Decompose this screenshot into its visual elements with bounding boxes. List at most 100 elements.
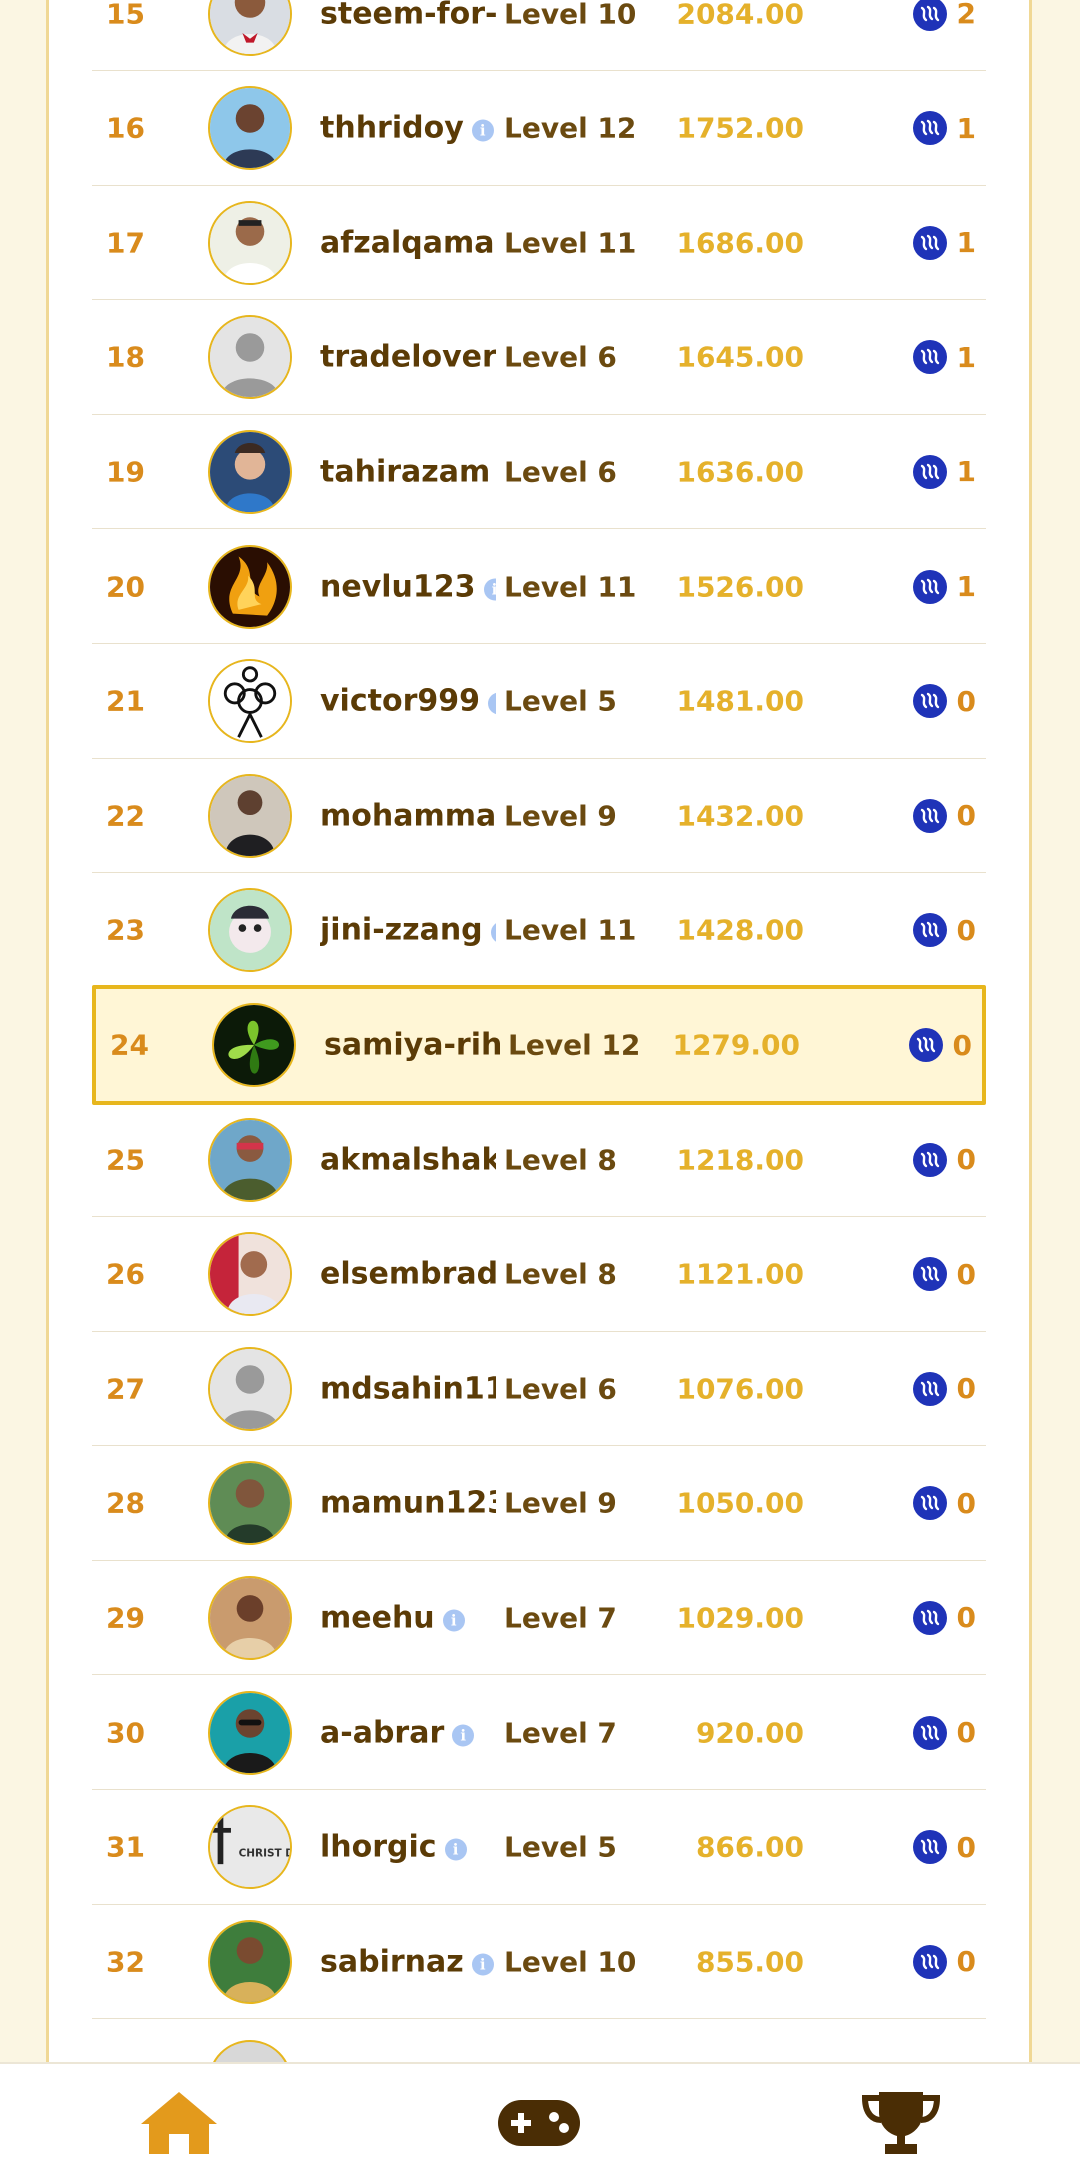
leaderboard-row[interactable]: 30 a-abrar i Level 7 920.00 0 [92, 1676, 986, 1790]
leaderboard-row[interactable]: 18 tradelover Level 6 1645.00 1 [92, 301, 986, 415]
user-score: 1526.00 [676, 570, 804, 603]
user-avatar[interactable] [208, 200, 292, 285]
steem-reward: 0 [912, 798, 976, 833]
home-button[interactable] [124, 2090, 234, 2156]
steem-icon [912, 454, 947, 489]
username-text: sabirnaz [320, 1944, 464, 1980]
username[interactable]: mamun123 [320, 1486, 496, 1521]
steem-icon [912, 340, 947, 375]
reward-amount: 0 [956, 1372, 976, 1406]
username[interactable]: elsembrad [320, 1257, 496, 1292]
username-text: afzalqama [320, 225, 495, 261]
leaderboard-row[interactable]: 25 akmalshak Level 8 1218.00 0 [92, 1103, 986, 1217]
user-avatar[interactable] [208, 1919, 292, 2004]
username[interactable]: sabirnaz i [320, 1944, 496, 1979]
steem-reward: 0 [912, 1944, 976, 1979]
username[interactable]: tahirazam [320, 454, 496, 489]
user-level: Level 7 [504, 1716, 617, 1749]
username-text: victor999 [320, 683, 480, 719]
leaderboard-row[interactable]: 15 steem-for- Level 10 2084.00 2 [92, 0, 986, 71]
username[interactable]: tradelover [320, 340, 496, 375]
leaderboard-button[interactable] [846, 2090, 956, 2156]
user-avatar[interactable] [208, 315, 292, 400]
leaderboard-row[interactable]: 19 tahirazam Level 6 1636.00 1 [92, 415, 986, 530]
user-avatar[interactable] [208, 1690, 292, 1775]
username[interactable]: akmalshak [320, 1142, 496, 1177]
user-avatar[interactable] [208, 544, 292, 629]
info-icon[interactable]: i [444, 1838, 467, 1861]
user-avatar[interactable] [208, 1461, 292, 1546]
steem-reward: 1 [912, 454, 976, 489]
leaderboard-row[interactable]: 23 jini-zzang i Level 11 1428.00 0 [92, 874, 986, 988]
user-avatar[interactable] [208, 429, 292, 514]
user-score: 1636.00 [676, 455, 804, 489]
info-icon[interactable]: i [471, 1953, 494, 1976]
rank-number: 19 [106, 455, 145, 489]
user-avatar[interactable] [208, 1232, 292, 1317]
steem-reward: 0 [912, 1257, 976, 1292]
games-button[interactable] [484, 2090, 594, 2156]
steem-reward: 0 [912, 1371, 976, 1406]
user-avatar[interactable] [208, 659, 292, 744]
leaderboard-row[interactable]: 21 victor999 i Level 5 1481.00 0 [92, 645, 986, 759]
user-level: Level 5 [504, 1830, 617, 1864]
leaderboard-row[interactable]: 28 mamun123 Level 9 1050.00 0 [92, 1447, 986, 1561]
username-text: lhorgic [320, 1829, 437, 1865]
username[interactable]: afzalqama [320, 225, 496, 260]
steem-reward: 1 [912, 340, 976, 375]
user-avatar[interactable] [208, 86, 292, 171]
reward-amount: 0 [956, 799, 976, 833]
username[interactable]: samiya-rih [324, 1028, 500, 1063]
user-avatar[interactable] [212, 1003, 296, 1088]
info-icon[interactable]: i [488, 692, 496, 715]
leaderboard-row[interactable]: 26 elsembrad Level 8 1121.00 0 [92, 1218, 986, 1332]
leaderboard-row[interactable]: 17 afzalqama Level 11 1686.00 1 [92, 186, 986, 301]
user-score: 1076.00 [676, 1372, 804, 1406]
info-icon[interactable]: i [452, 1724, 475, 1746]
user-score: 920.00 [695, 1716, 804, 1749]
rank-number: 15 [106, 0, 145, 30]
user-level: Level 11 [504, 913, 637, 947]
steem-reward: 0 [912, 1142, 976, 1177]
username[interactable]: a-abrar i [320, 1715, 496, 1750]
username[interactable]: lhorgic i [320, 1830, 496, 1865]
steem-reward: 0 [912, 913, 976, 948]
user-avatar[interactable] [208, 0, 292, 56]
user-avatar[interactable] [208, 888, 292, 973]
leaderboard-row[interactable]: 22 mohamma Level 9 1432.00 0 [92, 759, 986, 874]
leaderboard-row[interactable]: 20 nevlu123 i Level 11 1526.00 1 [92, 530, 986, 644]
steem-reward: 1 [912, 569, 976, 604]
user-avatar[interactable] [208, 1346, 292, 1431]
user-avatar[interactable]: CHRIST DIED [208, 1805, 292, 1890]
user-score: 1218.00 [676, 1143, 804, 1176]
leaderboard-row[interactable]: 32 sabirnaz i Level 10 855.00 0 [92, 1905, 986, 2020]
steem-reward: 0 [908, 1028, 972, 1063]
user-avatar[interactable] [208, 1575, 292, 1660]
username[interactable]: thhridoy i [320, 111, 496, 146]
username-text: jini-zzang [320, 912, 483, 948]
rank-number: 29 [106, 1601, 145, 1635]
leaderboard-row[interactable]: 16 thhridoy i Level 12 1752.00 1 [92, 72, 986, 186]
username[interactable]: meehu i [320, 1600, 496, 1635]
leaderboard-row[interactable]: 27 mdsahin111 Level 6 1076.00 0 [92, 1332, 986, 1447]
leaderboard-row[interactable]: 31 CHRIST DIED lhorgic i Level 5 866.00 0 [92, 1791, 986, 1905]
username[interactable]: jini-zzang i [320, 913, 496, 948]
info-icon[interactable]: i [471, 119, 494, 142]
user-avatar[interactable] [208, 773, 292, 858]
steem-icon [912, 1600, 947, 1635]
leaderboard-row[interactable]: 29 meehu i Level 7 1029.00 0 [92, 1561, 986, 1676]
username[interactable]: mdsahin111 [320, 1371, 496, 1406]
info-icon[interactable]: i [490, 921, 496, 944]
reward-amount: 1 [956, 340, 976, 374]
svg-text:CHRIST DIED: CHRIST DIED [239, 1848, 290, 1860]
info-icon[interactable]: i [483, 578, 496, 600]
username[interactable]: nevlu123 i [320, 569, 496, 604]
user-avatar[interactable] [208, 1117, 292, 1202]
username[interactable]: mohamma [320, 798, 496, 833]
username[interactable]: victor999 i [320, 684, 496, 719]
username[interactable]: steem-for- [320, 0, 496, 31]
user-level: Level 8 [504, 1257, 617, 1291]
reward-amount: 0 [956, 1601, 976, 1635]
info-icon[interactable]: i [442, 1609, 465, 1632]
leaderboard-row-current-user[interactable]: 24 samiya-rih Level 12 1279.00 0 [92, 985, 986, 1106]
